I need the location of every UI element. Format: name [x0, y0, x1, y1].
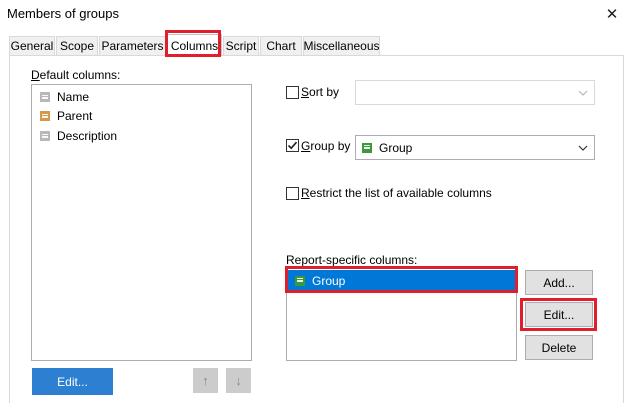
- column-icon: [40, 111, 50, 121]
- list-item-label: Parent: [57, 109, 93, 123]
- tab-strip: General Scope Parameters Columns Script …: [9, 34, 624, 56]
- default-edit-button[interactable]: Edit...: [32, 368, 113, 395]
- restrict-columns-label: Restrict the list of available columns: [301, 186, 492, 200]
- report-columns-list[interactable]: Group: [286, 268, 517, 361]
- sort-by-select[interactable]: [355, 80, 595, 105]
- tab-chart[interactable]: Chart: [260, 36, 302, 55]
- close-icon: ✕: [605, 6, 619, 23]
- group-by-value: Group: [379, 140, 413, 155]
- edit-button[interactable]: Edit...: [525, 302, 593, 327]
- tab-parameters[interactable]: Parameters: [99, 36, 166, 55]
- report-columns-label: Report-specific columns:: [286, 253, 418, 267]
- arrow-up-icon: ↑: [202, 373, 209, 388]
- group-by-label: Group by: [301, 139, 351, 153]
- list-item[interactable]: Name: [40, 88, 89, 106]
- tab-scope[interactable]: Scope: [56, 36, 98, 55]
- tab-general[interactable]: General: [9, 36, 55, 55]
- close-button[interactable]: ✕: [600, 3, 624, 25]
- move-down-button[interactable]: ↓: [226, 368, 251, 393]
- arrow-down-icon: ↓: [235, 373, 242, 388]
- column-icon: [40, 131, 50, 141]
- list-item-label: Group: [312, 273, 346, 288]
- tab-miscellaneous[interactable]: Miscellaneous: [303, 36, 380, 55]
- chevron-down-icon: [578, 90, 588, 96]
- tab-columns[interactable]: Columns: [167, 34, 222, 56]
- group-column-icon: [295, 275, 305, 286]
- checkmark-icon: [287, 141, 298, 150]
- column-icon: [40, 92, 50, 102]
- restrict-columns-checkbox[interactable]: [286, 187, 299, 200]
- move-up-button[interactable]: ↑: [193, 368, 218, 393]
- window-title: Members of groups: [7, 6, 119, 21]
- list-item[interactable]: Group: [288, 270, 515, 291]
- list-item-label: Description: [57, 129, 118, 143]
- add-button[interactable]: Add...: [525, 270, 593, 295]
- list-item[interactable]: Description: [40, 127, 117, 145]
- group-by-select[interactable]: Group: [355, 135, 595, 160]
- group-column-icon: [362, 142, 372, 153]
- delete-button[interactable]: Delete: [525, 335, 593, 360]
- chevron-down-icon: [578, 145, 588, 151]
- sort-by-label: Sort by: [301, 85, 340, 99]
- list-item[interactable]: Parent: [40, 107, 92, 125]
- default-columns-label: Default columns:: [31, 68, 121, 82]
- list-item-label: Name: [57, 90, 90, 104]
- group-by-checkbox[interactable]: [286, 139, 299, 152]
- default-columns-list[interactable]: Name Parent Description: [31, 84, 252, 361]
- tab-script[interactable]: Script: [223, 36, 259, 55]
- sort-by-checkbox[interactable]: [286, 86, 299, 99]
